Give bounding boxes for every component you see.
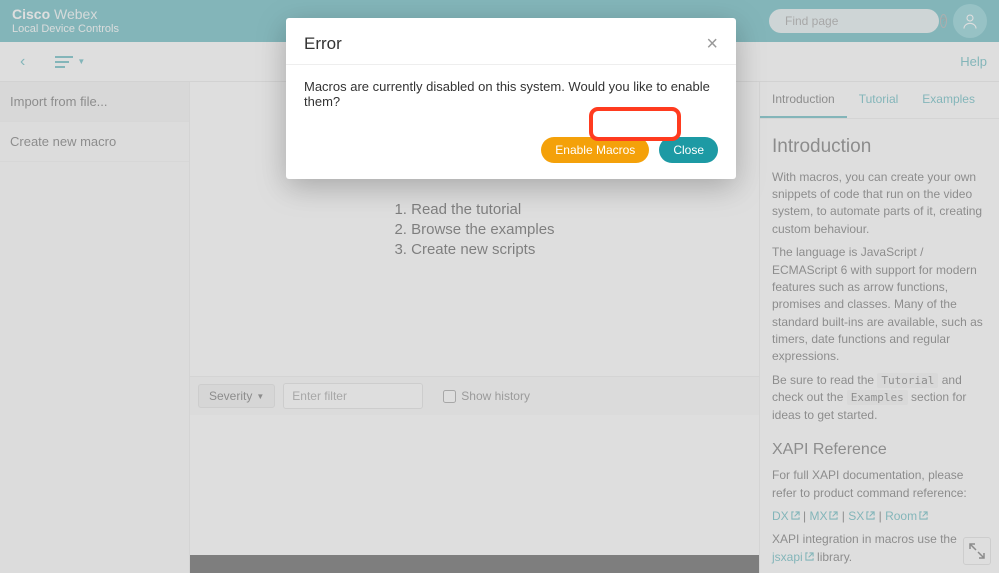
modal-title: Error — [304, 34, 706, 54]
error-modal: Error × Macros are currently disabled on… — [286, 18, 736, 179]
modal-close-x[interactable]: × — [706, 34, 718, 54]
modal-close-button[interactable]: Close — [659, 137, 718, 163]
enable-macros-button[interactable]: Enable Macros — [541, 137, 649, 163]
modal-body-text: Macros are currently disabled on this sy… — [286, 65, 736, 127]
